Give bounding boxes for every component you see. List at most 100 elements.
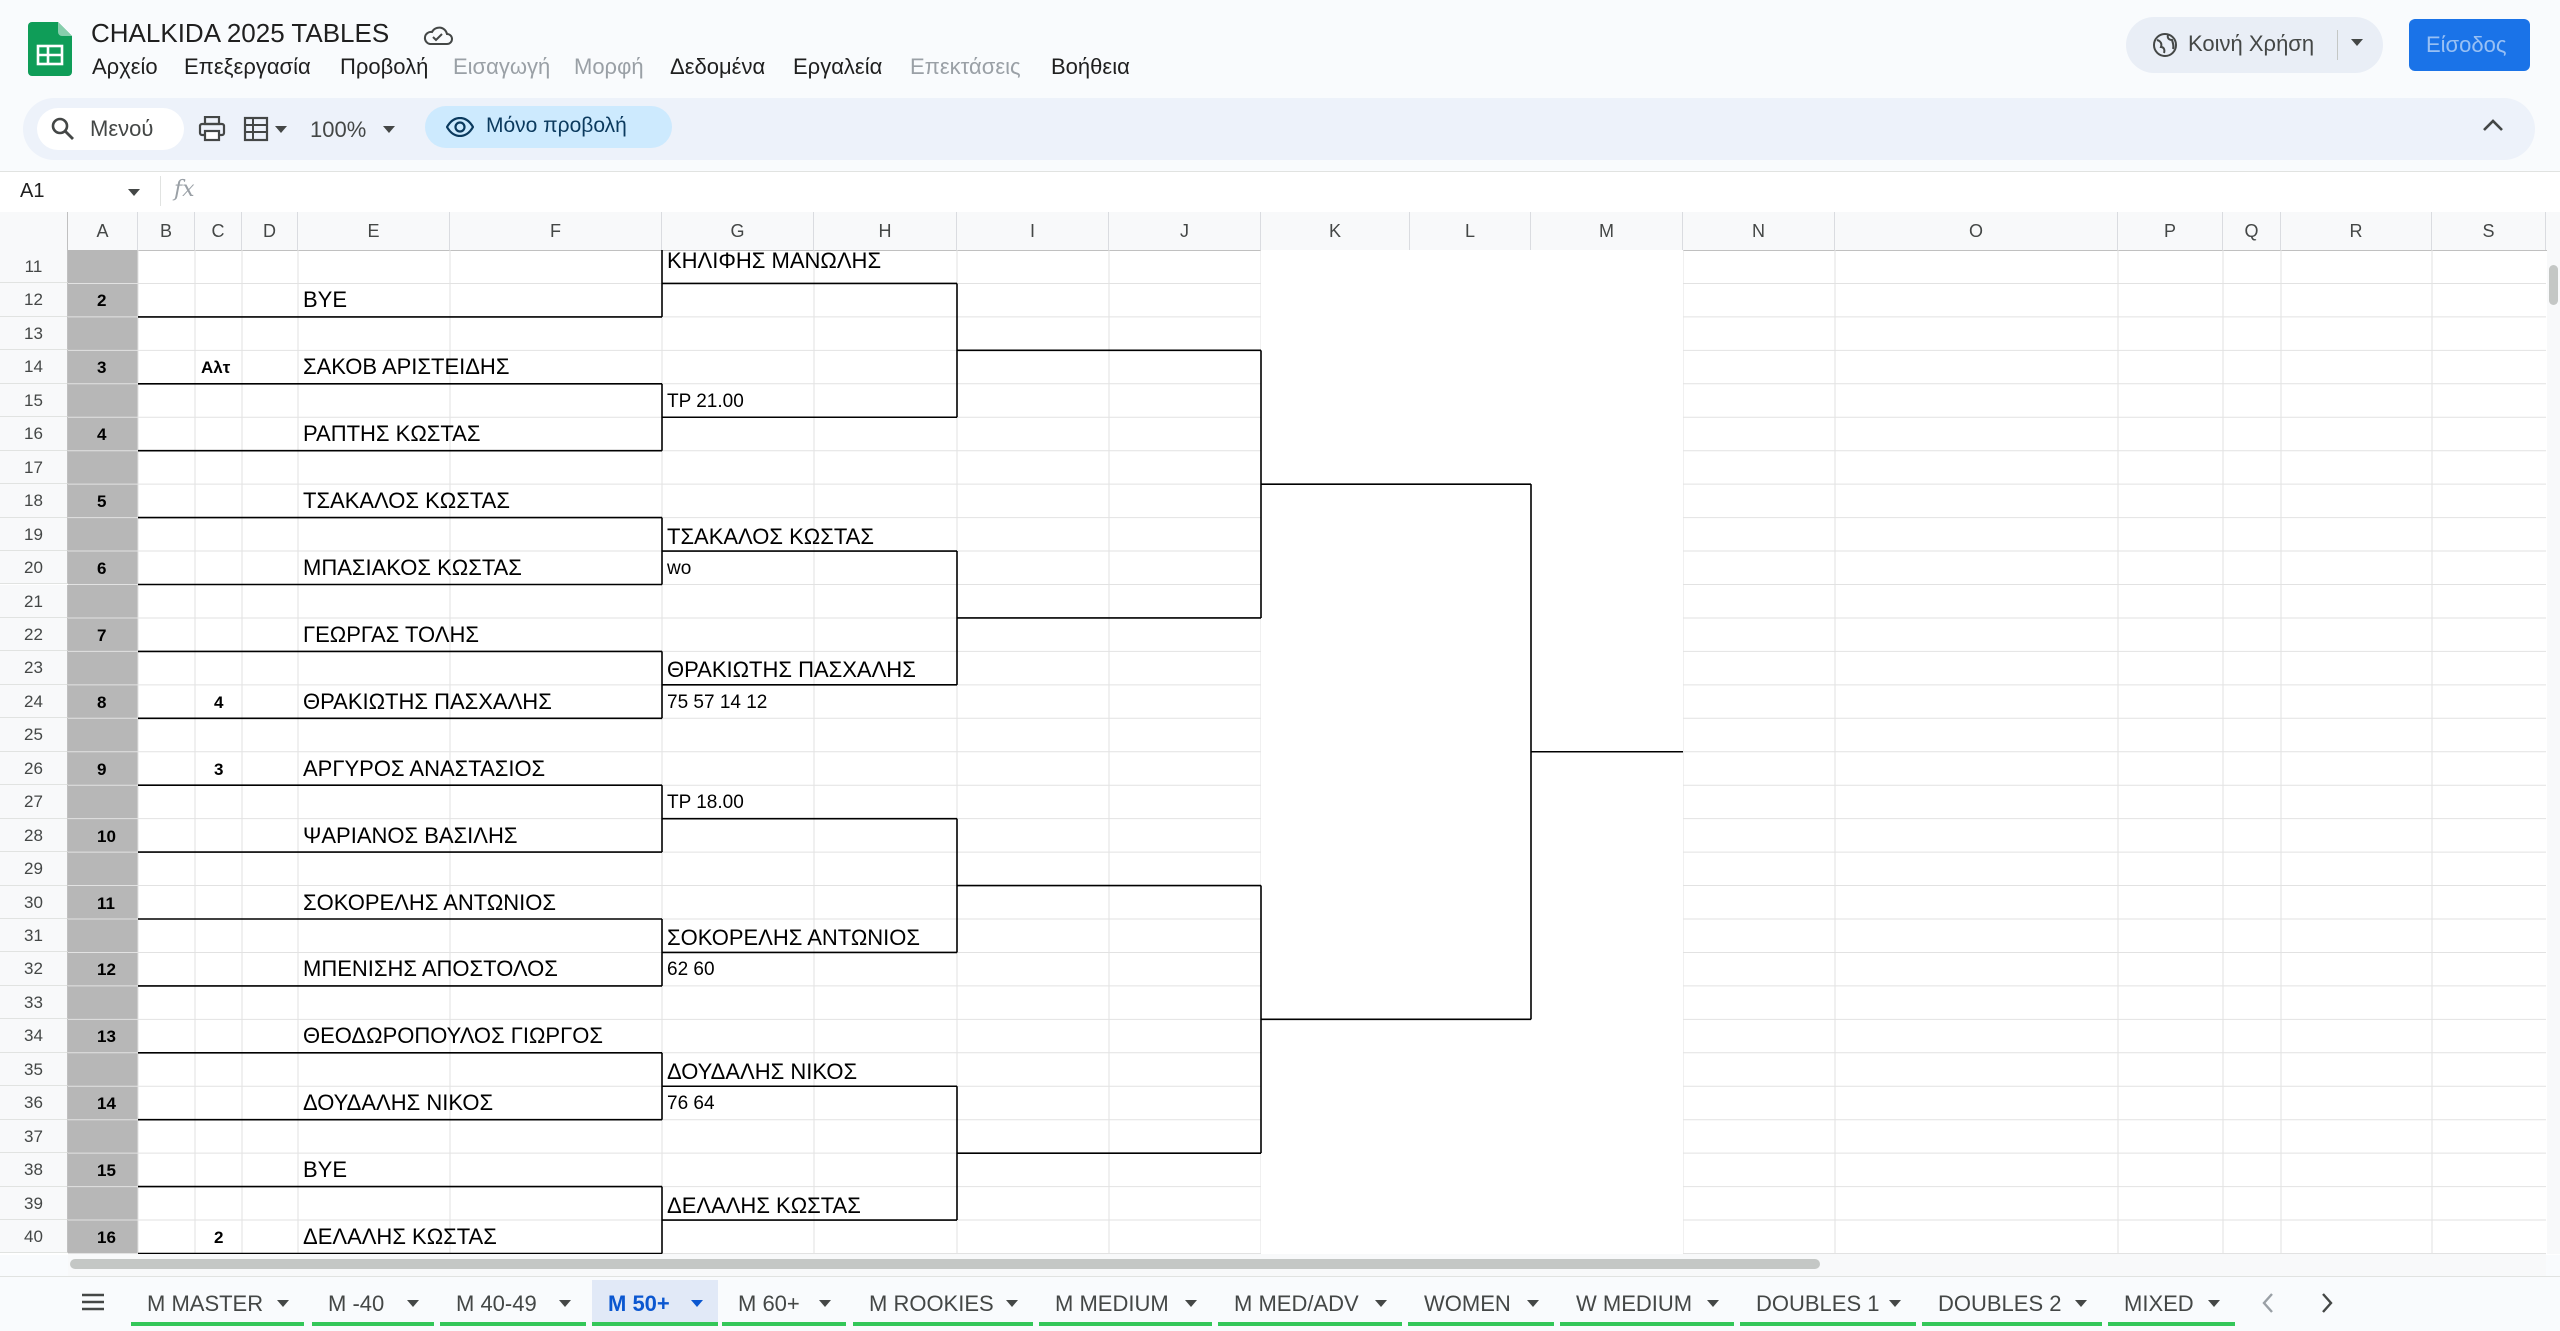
sheet-tab[interactable]: WOMEN xyxy=(1408,1280,1554,1326)
sheet-menu-caret-icon[interactable] xyxy=(818,1299,832,1309)
sheet-menu-caret-icon[interactable] xyxy=(1005,1299,1019,1309)
chevron-up-icon[interactable] xyxy=(2482,118,2504,132)
row-header[interactable]: 21 xyxy=(0,584,68,618)
sheet-tab[interactable]: M ROOKIES xyxy=(853,1280,1033,1326)
sheet-tab[interactable]: M -40 xyxy=(312,1280,434,1326)
name-box-dropdown-icon[interactable] xyxy=(127,188,141,198)
row-header[interactable]: 39 xyxy=(0,1186,68,1221)
share-dropdown-icon[interactable] xyxy=(2350,38,2364,48)
row-header[interactable]: 30 xyxy=(0,885,68,919)
zoom-dropdown-icon[interactable] xyxy=(382,125,396,135)
menu-item[interactable]: Αρχείο xyxy=(92,54,158,80)
column-header[interactable]: N xyxy=(1683,212,1835,250)
column-header[interactable]: I xyxy=(957,212,1109,250)
chevron-right-icon[interactable] xyxy=(2320,1292,2334,1314)
column-header[interactable]: G xyxy=(662,212,814,250)
menu-item[interactable]: Επεκτάσεις xyxy=(910,54,1021,80)
menu-item[interactable]: Δεδομένα xyxy=(670,54,765,80)
row-header[interactable]: 33 xyxy=(0,985,68,1020)
column-header[interactable]: S xyxy=(2432,212,2546,250)
row-header[interactable]: 12 xyxy=(0,283,68,317)
menu-item[interactable]: Εισαγωγή xyxy=(453,54,550,80)
sheet-menu-caret-icon[interactable] xyxy=(690,1299,704,1309)
row-header[interactable]: 34 xyxy=(0,1019,68,1053)
sheet-menu-caret-icon[interactable] xyxy=(1706,1299,1720,1309)
menu-item[interactable]: Μορφή xyxy=(574,54,644,80)
sheet-tab[interactable]: M MED/ADV xyxy=(1218,1280,1402,1326)
column-header[interactable]: E xyxy=(298,212,450,250)
sheet-tab[interactable]: M 40-49 xyxy=(440,1280,586,1326)
column-header[interactable]: A xyxy=(68,212,138,250)
select-all-corner[interactable] xyxy=(0,212,68,250)
column-header[interactable]: J xyxy=(1109,212,1261,250)
row-header[interactable]: 28 xyxy=(0,818,68,853)
row-header[interactable]: 19 xyxy=(0,517,68,552)
chevron-left-icon[interactable] xyxy=(2261,1292,2275,1314)
sheet-menu-caret-icon[interactable] xyxy=(1184,1299,1198,1309)
sheet-tab[interactable]: M 50+ xyxy=(592,1280,718,1326)
column-header[interactable]: D xyxy=(242,212,298,250)
sheet-tab[interactable]: W MEDIUM xyxy=(1560,1280,1734,1326)
all-sheets-menu-icon[interactable] xyxy=(80,1292,106,1312)
zoom-value[interactable]: 100% xyxy=(310,117,366,143)
row-header[interactable]: 38 xyxy=(0,1153,68,1187)
sheet-menu-caret-icon[interactable] xyxy=(1374,1299,1388,1309)
row-header[interactable]: 32 xyxy=(0,952,68,986)
row-header[interactable]: 13 xyxy=(0,316,68,351)
menu-item[interactable]: Εργαλεία xyxy=(793,54,882,80)
vertical-scroll-thumb[interactable] xyxy=(2549,265,2558,305)
sheet-menu-caret-icon[interactable] xyxy=(2207,1299,2221,1309)
row-header[interactable]: 11 xyxy=(0,250,68,284)
column-header[interactable]: H xyxy=(814,212,957,250)
print-icon[interactable] xyxy=(198,116,226,142)
row-header[interactable]: 27 xyxy=(0,785,68,819)
sheet-menu-caret-icon[interactable] xyxy=(558,1299,572,1309)
sheet-menu-caret-icon[interactable] xyxy=(406,1299,420,1309)
sheet-tab[interactable]: MIXED xyxy=(2108,1280,2235,1326)
sheets-logo-icon[interactable] xyxy=(28,22,72,76)
column-header[interactable]: L xyxy=(1410,212,1531,250)
column-header[interactable]: Q xyxy=(2223,212,2281,250)
column-header[interactable]: R xyxy=(2281,212,2432,250)
row-header[interactable]: 22 xyxy=(0,617,68,652)
row-header[interactable]: 29 xyxy=(0,852,68,886)
row-header[interactable]: 25 xyxy=(0,718,68,752)
cloud-saved-icon[interactable] xyxy=(422,22,454,48)
row-header[interactable]: 15 xyxy=(0,383,68,418)
vertical-scrollbar[interactable] xyxy=(2547,250,2560,1254)
column-header[interactable]: F xyxy=(450,212,662,250)
row-header[interactable]: 26 xyxy=(0,751,68,786)
column-header[interactable]: B xyxy=(138,212,195,250)
row-header[interactable]: 20 xyxy=(0,551,68,585)
document-title[interactable]: CHALKIDA 2025 TABLES xyxy=(91,18,389,49)
sheet-tab[interactable]: DOUBLES 1 xyxy=(1740,1280,1916,1326)
row-header[interactable]: 24 xyxy=(0,684,68,719)
row-header[interactable]: 40 xyxy=(0,1220,68,1254)
sheet-menu-caret-icon[interactable] xyxy=(276,1299,290,1309)
name-box[interactable]: A1 xyxy=(20,180,44,203)
row-header[interactable]: 23 xyxy=(0,651,68,685)
table-format-icon[interactable] xyxy=(243,116,293,142)
column-header[interactable]: C xyxy=(195,212,242,250)
row-header[interactable]: 31 xyxy=(0,919,68,953)
sheet-tab[interactable]: M 60+ xyxy=(722,1280,846,1326)
sheet-menu-caret-icon[interactable] xyxy=(1888,1299,1902,1309)
formula-bar[interactable] xyxy=(0,171,2560,213)
sheet-tab[interactable]: M MASTER xyxy=(131,1280,304,1326)
sheet-menu-caret-icon[interactable] xyxy=(1526,1299,1540,1309)
menu-item[interactable]: Βοήθεια xyxy=(1051,54,1130,80)
menu-item[interactable]: Επεξεργασία xyxy=(184,54,311,80)
sheet-tab[interactable]: DOUBLES 2 xyxy=(1922,1280,2102,1326)
column-header[interactable]: O xyxy=(1835,212,2118,250)
row-header[interactable]: 14 xyxy=(0,350,68,384)
row-header[interactable]: 16 xyxy=(0,417,68,451)
column-header[interactable]: P xyxy=(2118,212,2223,250)
horizontal-scroll-thumb[interactable] xyxy=(70,1259,1820,1269)
row-header[interactable]: 35 xyxy=(0,1052,68,1087)
row-header[interactable]: 37 xyxy=(0,1119,68,1154)
row-header[interactable]: 17 xyxy=(0,450,68,485)
column-header[interactable]: K xyxy=(1261,212,1410,250)
sheet-tab[interactable]: M MEDIUM xyxy=(1039,1280,1212,1326)
row-header[interactable]: 18 xyxy=(0,484,68,518)
menu-item[interactable]: Προβολή xyxy=(340,54,428,80)
